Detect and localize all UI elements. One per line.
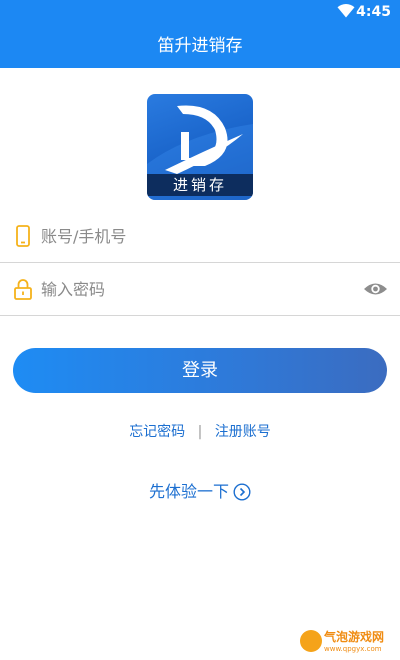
app-logo: 进销存 (147, 94, 253, 200)
lock-icon (14, 279, 32, 300)
login-button[interactable]: 登录 (13, 348, 387, 393)
account-field-row (0, 210, 400, 263)
forgot-password-link[interactable]: 忘记密码 (129, 424, 185, 440)
trial-label: 先体验一下 (148, 482, 229, 501)
account-input[interactable] (41, 222, 341, 250)
status-bar: 4:45 (0, 0, 400, 24)
auth-links: 忘记密码 | 注册账号 (0, 422, 400, 442)
link-divider: | (197, 424, 203, 440)
page-title: 笛升进销存 (157, 36, 243, 56)
trial-row: 先体验一下 (0, 480, 400, 504)
wifi-icon (337, 4, 355, 18)
logo-text: 进销存 (147, 174, 253, 196)
chevron-right-circle-icon (233, 483, 251, 501)
status-time: 4:45 (356, 4, 391, 20)
eye-icon[interactable] (363, 280, 388, 298)
password-input[interactable] (41, 275, 341, 303)
watermark-url: www.qpgyx.com (324, 645, 382, 653)
watermark-badge-icon (300, 630, 322, 652)
password-field-row (0, 263, 400, 316)
trial-button[interactable]: 先体验一下 (149, 480, 251, 504)
watermark-title: 气泡游戏网 (324, 630, 385, 644)
watermark-logo: 气泡游戏网 www.qpgyx.com (300, 630, 394, 656)
register-link[interactable]: 注册账号 (215, 424, 271, 440)
title-bar: 笛升进销存 (0, 24, 400, 68)
phone-icon (16, 225, 30, 247)
